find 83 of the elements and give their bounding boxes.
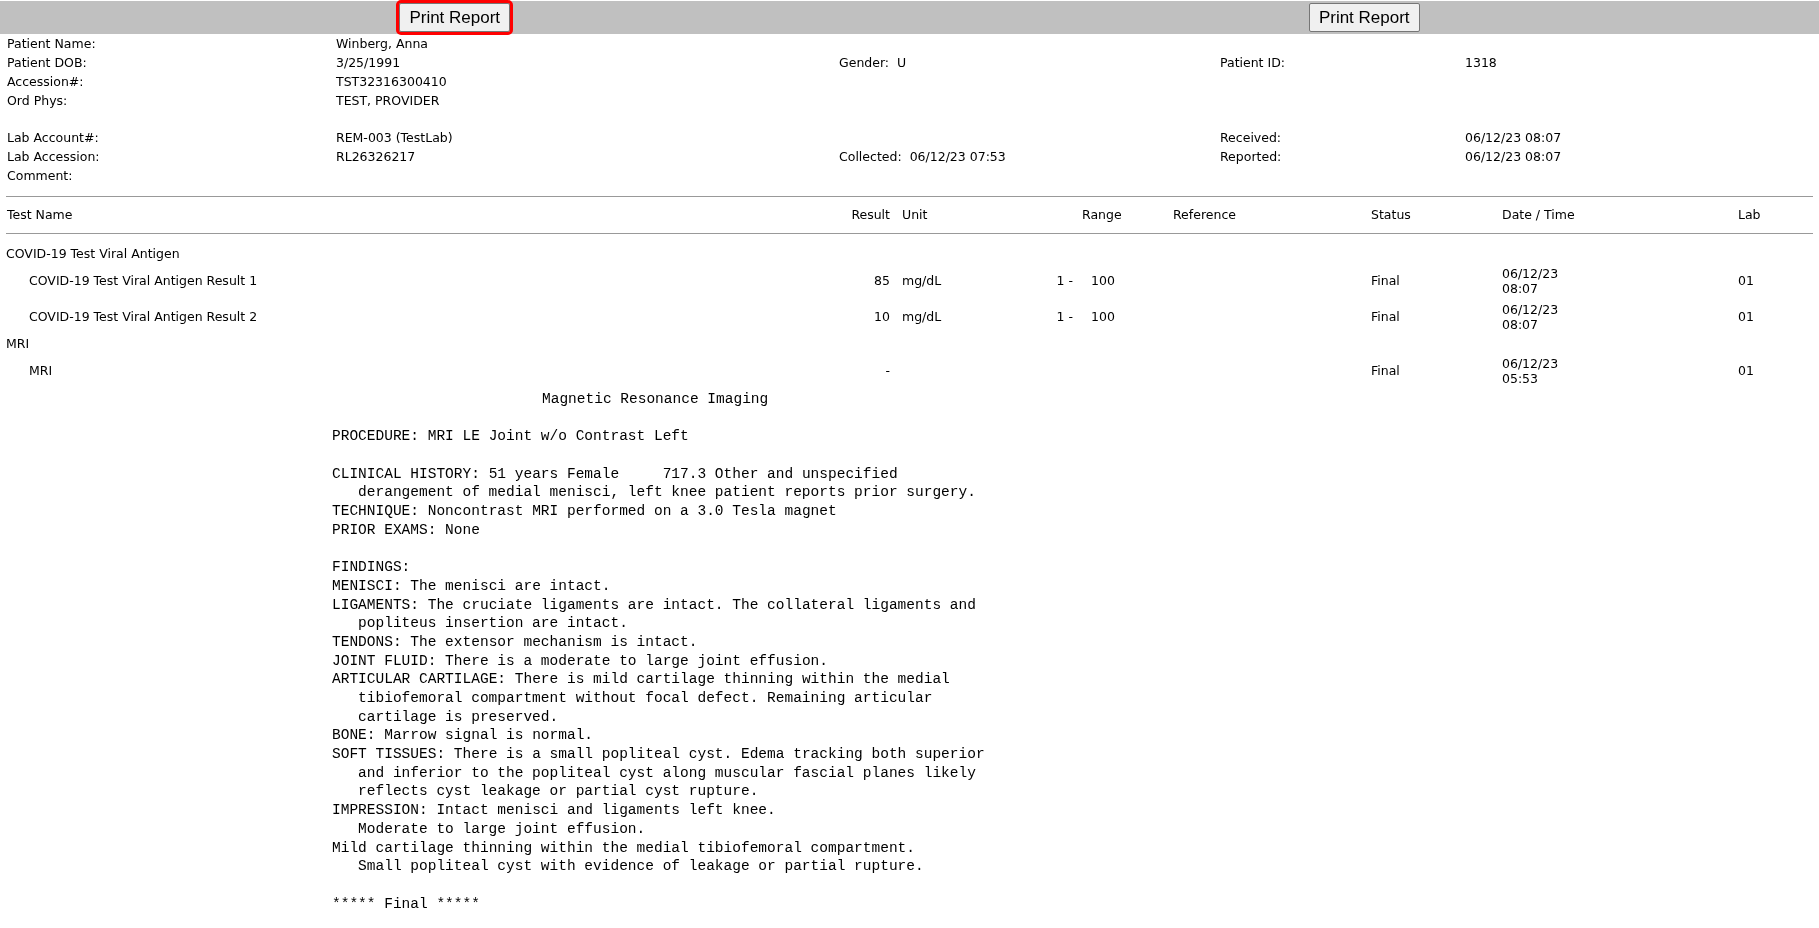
table-cell: 1 -: [1056, 272, 1073, 288]
field-label: Accession#:: [7, 74, 84, 90]
field-value: 1318: [1465, 55, 1497, 71]
table-cell: 01: [1738, 308, 1754, 324]
table-cell: Final: [1371, 308, 1400, 324]
table-cell: Final: [1371, 362, 1400, 378]
report-line: tibiofemoral compartment without focal defect. Remaining articular: [358, 690, 933, 706]
table-cell: COVID-19 Test Viral Antigen Result 1: [29, 272, 258, 288]
column-header: Status: [1371, 206, 1411, 222]
field-value: TST32316300410: [336, 74, 447, 90]
report-line: derangement of medial menisci, left knee patient reports prior surgery.: [358, 484, 976, 501]
report-line: JOINT FLUID: There is a moderate to large joint effusion.: [332, 652, 828, 669]
table-cell-text: 06/12/23: [1502, 266, 1560, 281]
field-value: RL26326217: [336, 149, 416, 165]
report-line: and inferior to the popliteal cyst along muscular fascial planes likely: [358, 764, 976, 781]
table-cell: 100: [1091, 308, 1115, 324]
group-name: MRI: [6, 334, 30, 353]
field-label: Lab Account#:: [7, 130, 99, 146]
report-line: PROCEDURE: MRI LE Joint w/o Contrast Left: [332, 428, 689, 445]
print-button[interactable]: Print Report: [399, 3, 511, 32]
report-line: TECHNIQUE: Noncontrast MRI performed on a 3.0 Tesla magnet: [332, 503, 837, 520]
report-line: ***** Final *****: [332, 895, 480, 912]
report-line: Moderate to large joint effusion.: [358, 820, 646, 837]
report-line: ARTICULAR CARTILAGE: There is mild cartilage thinning within the medial: [332, 671, 950, 688]
report-line: popliteus insertion are intact.: [358, 615, 628, 632]
table-cell: -: [885, 362, 890, 378]
field-label: Lab Accession:: [7, 149, 100, 165]
report-line: BONE: Marrow signal is normal.: [332, 727, 594, 744]
table-cell-text: 06/12/23: [1502, 356, 1560, 371]
table-cell-text: 06/12/23: [1502, 302, 1560, 317]
report-line: CLINICAL HISTORY: 51 years Female 717.3 Other and unspecified: [332, 465, 898, 482]
field-value: REM-003 (TestLab): [336, 130, 453, 146]
field-value: U: [897, 54, 907, 73]
report-title: Magnetic Resonance Imaging: [542, 391, 769, 407]
table-cell: 85: [874, 272, 890, 288]
column-header: Range: [1082, 206, 1122, 222]
field-label: Ord Phys:: [7, 93, 68, 109]
field-label: Patient ID:: [1220, 55, 1286, 71]
report-line: TENDONS: The extensor mechanism is intact.: [332, 633, 698, 650]
table-cell: COVID-19 Test Viral Antigen Result 2: [29, 308, 258, 324]
report-line: LIGAMENTS: The cruciate ligaments are intact. The collateral ligaments and: [332, 596, 976, 613]
table-cell: 01: [1738, 362, 1754, 378]
report-line: FINDINGS:: [332, 559, 411, 576]
field-label: Patient DOB:: [7, 55, 87, 71]
report-line: Small popliteal cyst with evidence of leakage or partial rupture.: [358, 858, 924, 875]
table-cell-text: 08:07: [1502, 317, 1540, 332]
column-header: Unit: [902, 206, 928, 222]
report-line: Mild cartilage thinning within the medial tibiofemoral compartment.: [332, 839, 915, 856]
table-cell-text: 05:53: [1502, 371, 1540, 386]
field-value: 3/25/1991: [336, 55, 401, 71]
table-cell: 10: [874, 308, 890, 324]
table-cell: 01: [1738, 272, 1754, 288]
field-label: Collected:: [839, 148, 902, 167]
report-line: IMPRESSION: Intact menisci and ligaments left knee.: [332, 802, 776, 819]
field-value: TEST, PROVIDER: [336, 93, 440, 109]
column-header: Test Name: [7, 206, 73, 222]
report-line: reflects cyst leakage or partial cyst rupture.: [358, 783, 759, 800]
table-cell: MRI: [29, 362, 53, 378]
field-label: Gender:: [839, 54, 890, 73]
field-label: Patient Name:: [7, 36, 96, 52]
field-value: 06/12/23 08:07: [1465, 149, 1562, 165]
field-label: Received:: [1220, 130, 1282, 146]
column-header: Result: [851, 206, 890, 222]
field-value: 06/12/23 07:53: [909, 148, 1006, 167]
table-cell-text: 08:07: [1502, 281, 1540, 296]
field-label: Reported:: [1220, 149, 1282, 165]
table-cell: Final: [1371, 272, 1400, 288]
report-line: cartilage is preserved.: [358, 708, 559, 725]
column-header: Lab: [1738, 206, 1761, 222]
report-line: MENISCI: The menisci are intact.: [332, 577, 611, 594]
report-line: PRIOR EXAMS: None: [332, 521, 480, 538]
table-cell: 100: [1091, 272, 1115, 288]
table-cell: 1 -: [1056, 308, 1073, 324]
field-value: 06/12/23 08:07: [1465, 130, 1562, 146]
group-name: COVID-19 Test Viral Antigen: [6, 244, 180, 263]
table-cell: mg/dL: [902, 308, 942, 324]
print-button[interactable]: Print Report: [1308, 3, 1420, 32]
table-cell: mg/dL: [902, 272, 942, 288]
column-header: Reference: [1173, 206, 1236, 222]
report-line: SOFT TISSUES: There is a small popliteal cyst. Edema tracking both superior: [332, 746, 985, 763]
column-header: Date / Time: [1502, 206, 1575, 222]
field-value: Winberg, Anna: [336, 36, 428, 52]
field-label: Comment:: [7, 168, 73, 184]
